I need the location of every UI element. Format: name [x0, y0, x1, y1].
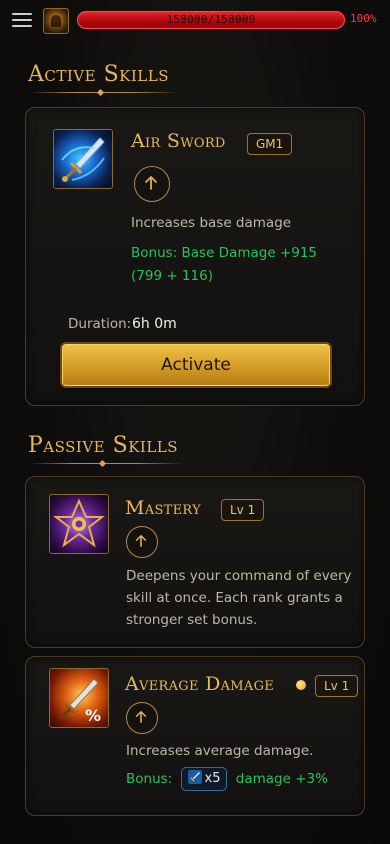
skill-description: Increases average damage. [126, 743, 314, 759]
hp-bar: 158000/158000 [77, 11, 345, 29]
air-sword-mini-icon [187, 770, 202, 784]
bonus-line-1: Bonus: Base Damage +915 [131, 245, 318, 261]
character-avatar-icon[interactable] [43, 8, 69, 34]
top-bar: 158000/158000 100% [0, 0, 390, 42]
average-damage-card: % Average Damage Lv 1 Increases average … [25, 656, 365, 816]
hp-percent: 100% [350, 12, 377, 25]
skill-description-line-1: Deepens your command of every [126, 568, 352, 584]
air-sword-icon [53, 129, 113, 189]
bonus-prefix: Bonus: [126, 771, 173, 787]
skill-multiplier-chip[interactable]: x5 [180, 767, 228, 791]
bonus-line: Bonus: x5 damage +3% [126, 767, 328, 791]
sword-damage-percent-icon: % [49, 668, 109, 728]
skill-description-line-3: stronger set bonus. [126, 612, 258, 628]
notification-dot-icon [296, 680, 306, 690]
mastery-card: Mastery Lv 1 Deepens your command of eve… [25, 476, 365, 648]
skill-name: Mastery [125, 497, 201, 519]
hp-text: 158000/158000 [166, 13, 256, 26]
multiplier-value: x5 [204, 771, 221, 786]
upgrade-button[interactable] [134, 166, 170, 202]
duration-label: Duration: [68, 316, 132, 332]
upgrade-button[interactable] [126, 526, 158, 558]
upgrade-button[interactable] [126, 702, 158, 734]
skill-name: Average Damage [125, 673, 275, 695]
hamburger-menu-icon[interactable] [12, 11, 32, 29]
skill-description-line-2: skill at once. Each rank grants a [126, 590, 343, 606]
mastery-crest-icon [49, 494, 109, 554]
activate-button[interactable]: Activate [62, 344, 330, 386]
bonus-suffix: damage +3% [235, 771, 328, 787]
skill-description: Increases base damage [131, 215, 292, 231]
grandmaster-tag: GM1 [247, 133, 293, 155]
svg-text:%: % [85, 706, 101, 725]
air-sword-card: Air Sword GM1 Increases base damage Bonu… [25, 107, 365, 406]
level-tag: Lv 1 [221, 499, 265, 521]
duration-value: 6h 0m [132, 316, 177, 332]
bonus-line-2: (799 + 116) [131, 268, 213, 284]
arrow-up-icon [145, 176, 157, 190]
passive-skills-title: Passive Skills [28, 433, 179, 458]
skill-name: Air Sword [131, 130, 226, 152]
arrow-up-icon [135, 710, 147, 724]
divider-ornament-icon [96, 88, 105, 97]
arrow-up-icon [135, 534, 147, 548]
divider-ornament-icon [98, 459, 107, 468]
level-tag: Lv 1 [315, 675, 359, 697]
active-skills-title: Active Skills [28, 62, 169, 87]
